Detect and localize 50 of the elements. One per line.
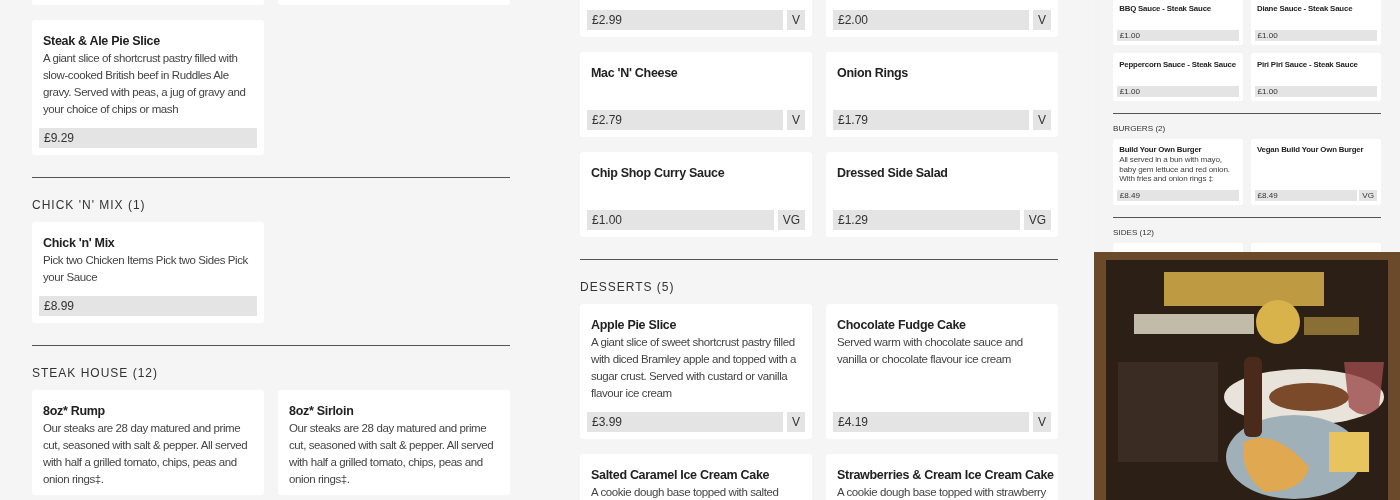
price-label: £1.29: [833, 210, 1020, 230]
price-label: £1.00: [1254, 29, 1377, 41]
dietary-tag: V: [1033, 10, 1051, 30]
price-label: £2.79: [587, 110, 783, 130]
dish-name: Dressed Side Salad: [836, 165, 949, 182]
dietary-tag: V: [1033, 412, 1051, 432]
dish-description: Our steaks are 28 day matured and prime cut, seasoned with salt & pepper. All served with half a grilled tomato, chips, peas and onion rings‡.: [42, 421, 249, 487]
dish-name: 8oz* Sirloin: [288, 403, 355, 420]
dish-description: A cookie dough base topped with salted: [590, 485, 780, 500]
price-label: £1.79: [833, 110, 1029, 130]
dish-name: 8oz* Rump: [42, 403, 106, 420]
section-heading: BURGERS (2): [1113, 125, 1167, 134]
dietary-tag: V: [787, 10, 805, 30]
price-label: £3.99: [587, 412, 783, 432]
dietary-tag: VG: [777, 210, 805, 230]
dish-description: Served warm with chocolate sauce and vanilla or chocolate flavour ice cream: [836, 335, 1024, 367]
price-label: £1.00: [1116, 29, 1240, 41]
dish-name: Apple Pie Slice: [590, 317, 678, 334]
dish-description: A giant slice of sweet shortcrust pastry filled with diced Bramley apple and topped with a sugar crust. Served with custard or vanilla flavour ice cream: [590, 335, 798, 401]
dish-description: Pick two Chicken Items Pick two Sides Pick your Sauce: [42, 253, 249, 285]
section-heading: STEAK HOUSE (12): [32, 366, 160, 380]
price-label: £1.00: [587, 210, 774, 230]
section-heading: DESSERTS (5): [580, 280, 676, 294]
dish-name: Chocolate Fudge Cake: [836, 317, 967, 334]
price-label: £4.19: [833, 412, 1029, 432]
price-label: £2.00: [833, 10, 1029, 30]
dish-name: Chip Shop Curry Sauce: [590, 165, 726, 182]
section-heading: CHICK 'N' MIX (1): [32, 198, 147, 212]
dish-description: All served in a bun with mayo, baby gem lettuce and red onion. With fries and onion rings ‡: [1118, 155, 1231, 184]
price-label: £1.00: [1116, 85, 1240, 97]
dietary-tag: V: [1033, 110, 1051, 130]
section-heading: SIDES (12): [1113, 229, 1156, 238]
dish-description: A giant slice of shortcrust pastry filled with slow-cooked British beef in Ruddles Ale gravy. Served with peas, a jug of gravy and your choice of chips or mash: [42, 51, 247, 117]
dish-description: Our steaks are 28 day matured and prime cut, seasoned with salt & pepper. All served with half a grilled tomato, chips, peas and onion rings‡.: [288, 421, 495, 487]
dietary-tag: V: [787, 110, 805, 130]
dish-name: Chick 'n' Mix: [42, 235, 116, 252]
dietary-tag: VG: [1023, 210, 1051, 230]
price-label: £2.99: [587, 10, 783, 30]
dietary-tag: VG: [1359, 189, 1377, 201]
price-label: £8.49: [1116, 189, 1240, 201]
dish-name: Steak & Ale Pie Slice: [42, 33, 161, 50]
dietary-tag: V: [787, 412, 805, 432]
dish-name: Salted Caramel Ice Cream Cake: [590, 467, 771, 484]
price-label: £9.29: [39, 128, 257, 148]
price-label: £8.99: [39, 296, 257, 316]
dish-description: A cookie dough base topped with strawberry: [836, 485, 1047, 500]
dish-name: Mac 'N' Cheese: [590, 65, 679, 82]
price-label: £1.00: [1254, 85, 1377, 97]
dish-name: Onion Rings: [836, 65, 909, 82]
price-label: £8.49: [1254, 189, 1358, 201]
